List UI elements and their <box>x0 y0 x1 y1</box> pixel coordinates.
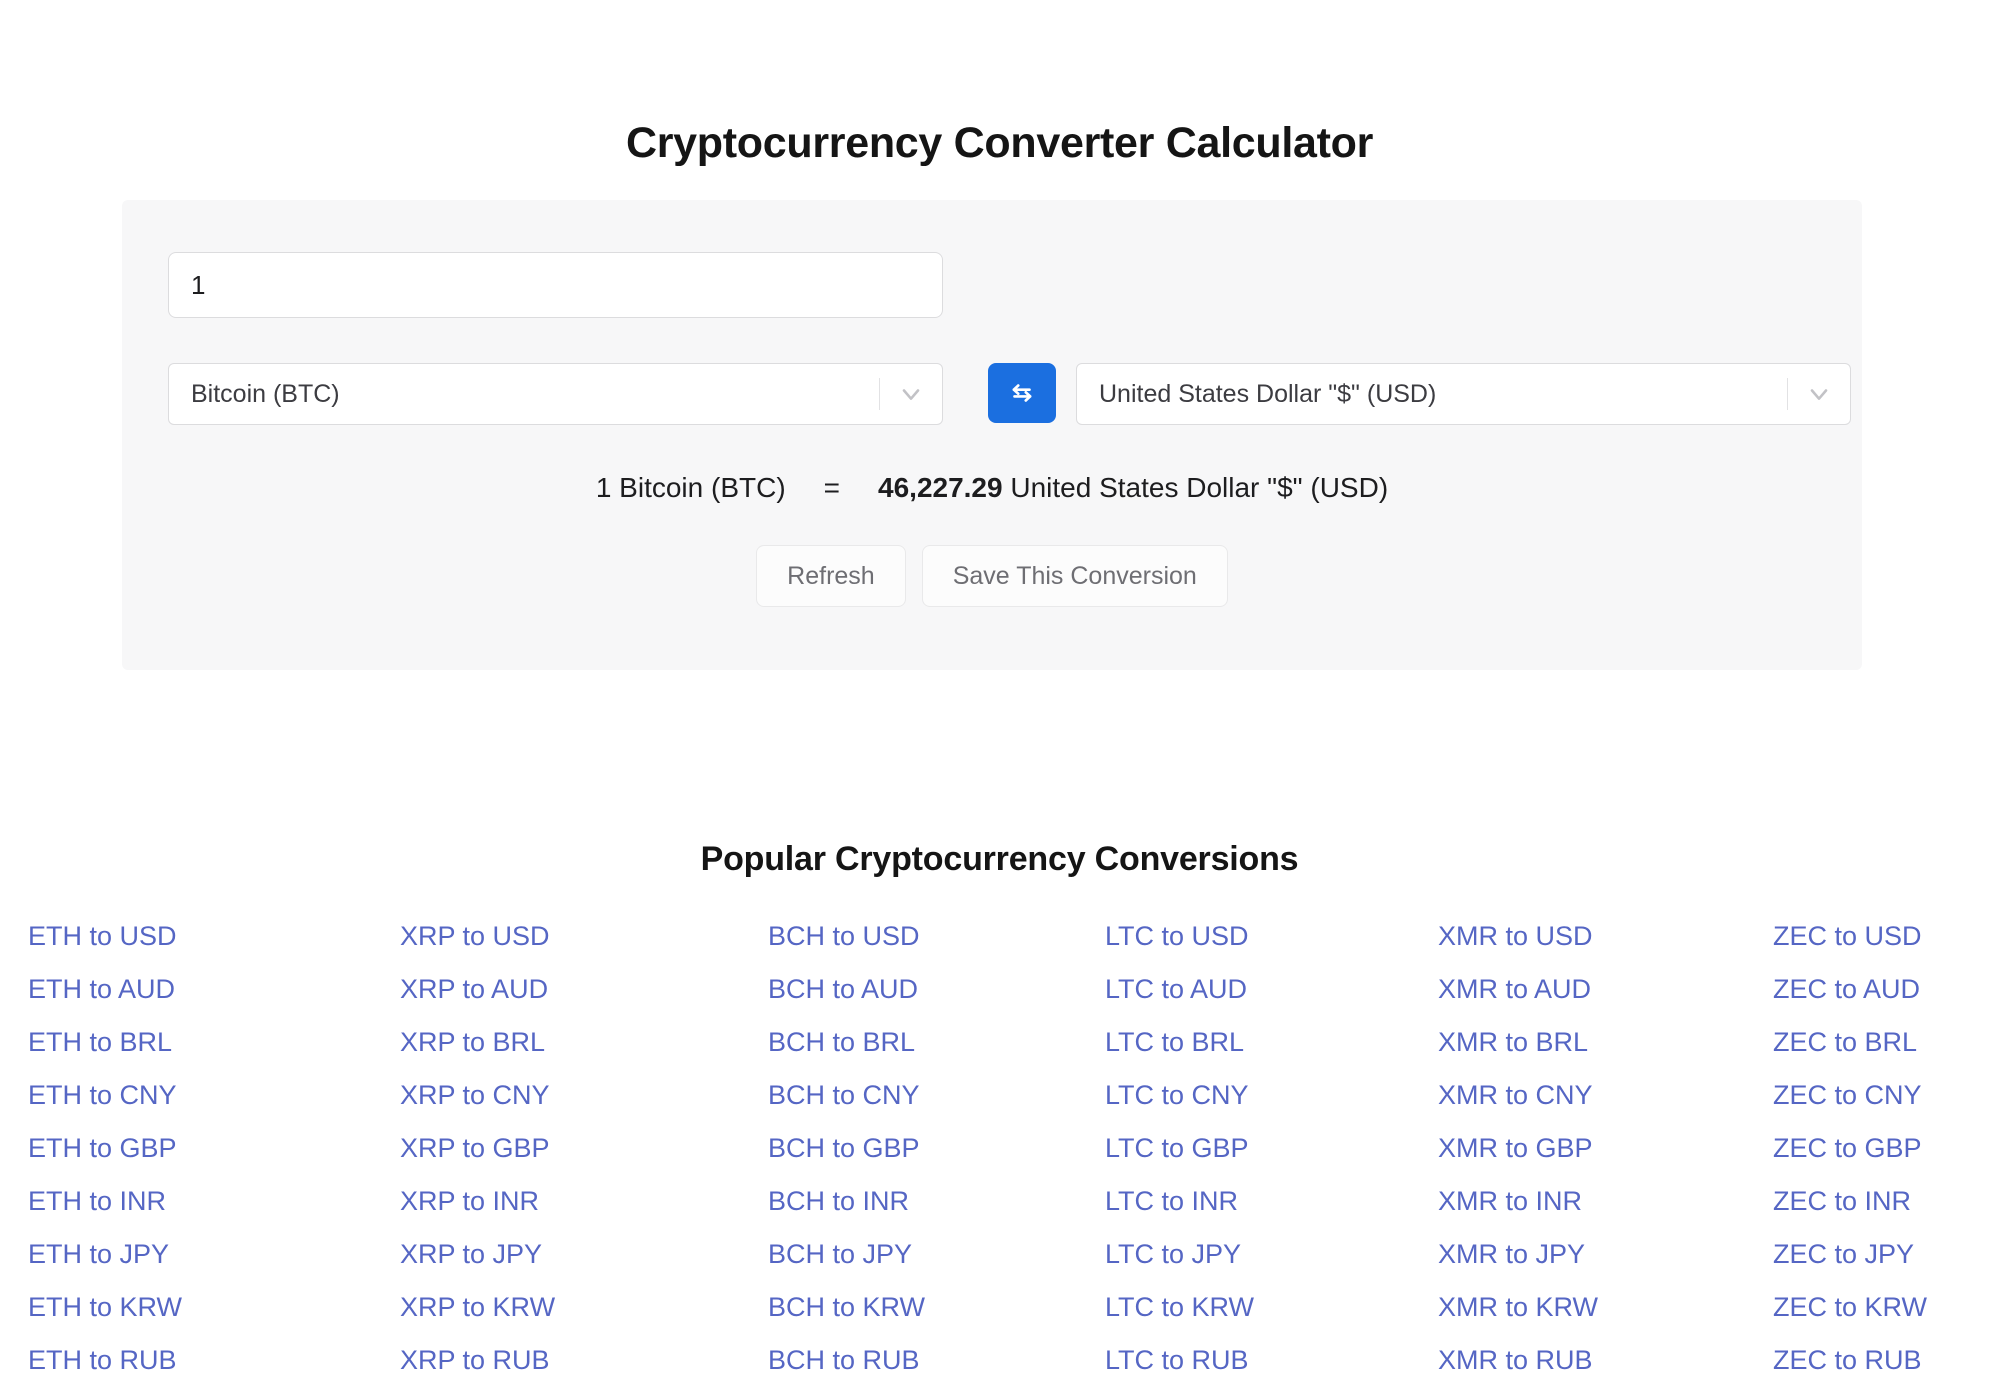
conversion-link[interactable]: LTC to KRW <box>1105 1281 1328 1334</box>
to-currency-value: United States Dollar "$" (USD) <box>1099 379 1437 408</box>
conversion-link[interactable]: ZEC to CNY <box>1773 1069 1978 1122</box>
result-equals-sign: = <box>823 472 841 503</box>
conversion-link[interactable]: ZEC to USD <box>1773 910 1978 963</box>
result-from-text: 1 Bitcoin (BTC) <box>595 472 786 503</box>
currency-select-row: Bitcoin (BTC) United States Dollar "$" (… <box>168 363 1851 425</box>
chevron-down-icon[interactable] <box>1788 380 1850 408</box>
conversion-link[interactable]: XMR to BRL <box>1438 1016 1653 1069</box>
conversion-link[interactable]: XRP to JPY <box>400 1228 678 1281</box>
conversion-column-eth: ETH to USD ETH to AUD ETH to BRL ETH to CNY… <box>28 910 353 1387</box>
conversion-column-ltc: LTC to USD LTC to AUD LTC to BRL LTC to CNY… <box>1003 910 1328 1387</box>
conversion-link[interactable]: XRP to CNY <box>400 1069 678 1122</box>
from-currency-select[interactable]: Bitcoin (BTC) <box>168 363 943 425</box>
save-conversion-button[interactable]: Save This Conversion <box>921 545 1228 607</box>
conversion-link[interactable]: XMR to CNY <box>1438 1069 1653 1122</box>
page-root: Cryptocurrency Converter Calculator Bitc… <box>0 0 1999 1392</box>
conversion-link[interactable]: ETH to GBP <box>28 1122 353 1175</box>
conversion-column-xrp: XRP to USD XRP to AUD XRP to BRL XRP to CNY… <box>353 910 678 1387</box>
conversion-link[interactable]: LTC to GBP <box>1105 1122 1328 1175</box>
conversion-link[interactable]: BCH to INR <box>768 1175 1003 1228</box>
action-buttons: Refresh Save This Conversion <box>122 545 1862 607</box>
conversion-link[interactable]: ETH to INR <box>28 1175 353 1228</box>
conversion-link[interactable]: LTC to INR <box>1105 1175 1328 1228</box>
conversion-link[interactable]: ZEC to JPY <box>1773 1228 1978 1281</box>
conversion-link[interactable]: BCH to USD <box>768 910 1003 963</box>
conversion-link[interactable]: ETH to RUB <box>28 1334 353 1387</box>
result-to-text: United States Dollar "$" (USD) <box>1010 472 1389 503</box>
conversion-column-xmr: XMR to USD XMR to AUD XMR to BRL XMR to CNY… <box>1328 910 1653 1387</box>
conversion-link[interactable]: XRP to BRL <box>400 1016 678 1069</box>
conversion-link[interactable]: BCH to GBP <box>768 1122 1003 1175</box>
conversion-link[interactable]: BCH to JPY <box>768 1228 1003 1281</box>
amount-input[interactable] <box>168 252 943 318</box>
conversion-link[interactable]: ZEC to INR <box>1773 1175 1978 1228</box>
conversion-link[interactable]: ETH to AUD <box>28 963 353 1016</box>
chevron-down-icon[interactable] <box>880 380 942 408</box>
result-value: 46,227.29 <box>878 472 1003 503</box>
conversion-link[interactable]: XMR to KRW <box>1438 1281 1653 1334</box>
conversion-link[interactable]: ETH to CNY <box>28 1069 353 1122</box>
conversion-link[interactable]: LTC to JPY <box>1105 1228 1328 1281</box>
conversion-link[interactable]: XRP to KRW <box>400 1281 678 1334</box>
conversion-link[interactable]: ETH to USD <box>28 910 353 963</box>
swap-horizontal-icon <box>1007 378 1037 408</box>
conversion-link[interactable]: LTC to AUD <box>1105 963 1328 1016</box>
conversion-link[interactable]: BCH to RUB <box>768 1334 1003 1387</box>
conversion-link[interactable]: ZEC to RUB <box>1773 1334 1978 1387</box>
conversion-link[interactable]: LTC to USD <box>1105 910 1328 963</box>
conversion-link[interactable]: XRP to AUD <box>400 963 678 1016</box>
from-currency-value: Bitcoin (BTC) <box>191 379 340 408</box>
conversion-link[interactable]: XMR to AUD <box>1438 963 1653 1016</box>
conversion-link[interactable]: XMR to JPY <box>1438 1228 1653 1281</box>
conversion-link[interactable]: LTC to BRL <box>1105 1016 1328 1069</box>
conversion-link[interactable]: LTC to RUB <box>1105 1334 1328 1387</box>
conversion-link[interactable]: ZEC to KRW <box>1773 1281 1978 1334</box>
to-currency-select[interactable]: United States Dollar "$" (USD) <box>1076 363 1851 425</box>
swap-currencies-button[interactable] <box>988 363 1056 423</box>
conversion-link[interactable]: ZEC to BRL <box>1773 1016 1978 1069</box>
conversion-link[interactable]: BCH to BRL <box>768 1016 1003 1069</box>
conversion-link[interactable]: XRP to RUB <box>400 1334 678 1387</box>
conversion-result: 1 Bitcoin (BTC) = 46,227.29 United States … <box>122 472 1862 504</box>
conversion-link[interactable]: XRP to USD <box>400 910 678 963</box>
conversion-link[interactable]: XMR to GBP <box>1438 1122 1653 1175</box>
page-title: Cryptocurrency Converter Calculator <box>626 118 1373 167</box>
conversion-link[interactable]: ETH to KRW <box>28 1281 353 1334</box>
refresh-button[interactable]: Refresh <box>756 545 906 607</box>
conversion-link[interactable]: XMR to USD <box>1438 910 1653 963</box>
conversion-link[interactable]: XRP to GBP <box>400 1122 678 1175</box>
conversion-link[interactable]: ZEC to GBP <box>1773 1122 1978 1175</box>
conversion-link[interactable]: BCH to CNY <box>768 1069 1003 1122</box>
conversion-column-zec: ZEC to USD ZEC to AUD ZEC to BRL ZEC to CNY… <box>1653 910 1978 1387</box>
conversion-link[interactable]: XRP to INR <box>400 1175 678 1228</box>
conversion-link[interactable]: ZEC to AUD <box>1773 963 1978 1016</box>
conversion-link[interactable]: BCH to KRW <box>768 1281 1003 1334</box>
conversion-column-bch: BCH to USD BCH to AUD BCH to BRL BCH to CNY… <box>678 910 1003 1387</box>
conversion-link[interactable]: XMR to INR <box>1438 1175 1653 1228</box>
conversion-link[interactable]: ETH to JPY <box>28 1228 353 1281</box>
popular-conversions-grid: ETH to USD ETH to AUD ETH to BRL ETH to CNY… <box>28 910 1978 1387</box>
popular-conversions-title: Popular Cryptocurrency Conversions <box>700 840 1299 879</box>
conversion-link[interactable]: XMR to RUB <box>1438 1334 1653 1387</box>
conversion-link[interactable]: BCH to AUD <box>768 963 1003 1016</box>
converter-panel: Bitcoin (BTC) United States Doll <box>122 200 1862 670</box>
conversion-link[interactable]: ETH to BRL <box>28 1016 353 1069</box>
conversion-link[interactable]: LTC to CNY <box>1105 1069 1328 1122</box>
